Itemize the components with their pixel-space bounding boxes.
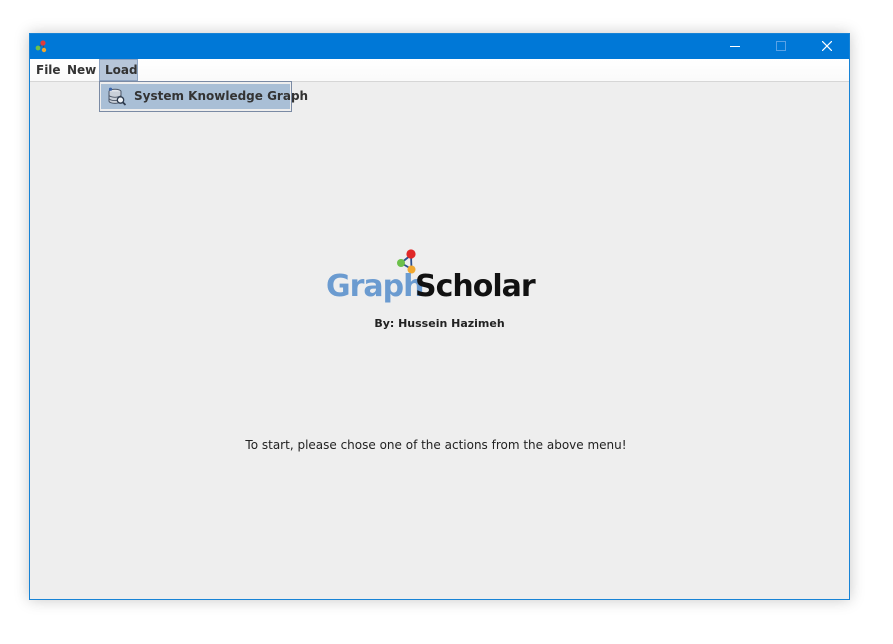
menu-file[interactable]: File bbox=[31, 60, 66, 80]
app-icon bbox=[35, 40, 47, 53]
logo-text-graph: Graph bbox=[326, 269, 424, 304]
load-dropdown-menu: System Knowledge Graph bbox=[99, 81, 308, 112]
menu-load[interactable]: Load bbox=[99, 59, 138, 81]
minimize-button[interactable] bbox=[712, 34, 758, 59]
minimize-icon bbox=[730, 46, 740, 47]
title-bar[interactable] bbox=[30, 34, 849, 59]
graphscholar-logo: Graph Scholar bbox=[326, 247, 536, 307]
close-button[interactable] bbox=[804, 34, 850, 59]
maximize-icon bbox=[776, 41, 786, 51]
close-icon bbox=[822, 41, 832, 51]
database-search-icon bbox=[108, 87, 127, 106]
menu-item-system-knowledge-graph[interactable]: System Knowledge Graph bbox=[101, 84, 308, 109]
app-window: File New Load System Knowledge Graph Gra… bbox=[29, 33, 850, 600]
maximize-button[interactable] bbox=[758, 34, 804, 59]
logo-text-scholar: Scholar bbox=[415, 269, 536, 304]
menu-item-label: System Knowledge Graph bbox=[134, 89, 309, 103]
menu-bar: File New Load bbox=[30, 59, 849, 82]
instructions-text: To start, please chose one of the action… bbox=[245, 438, 627, 452]
menu-new[interactable]: New bbox=[62, 60, 101, 80]
author-label: By: Hussein Hazimeh bbox=[374, 317, 505, 330]
